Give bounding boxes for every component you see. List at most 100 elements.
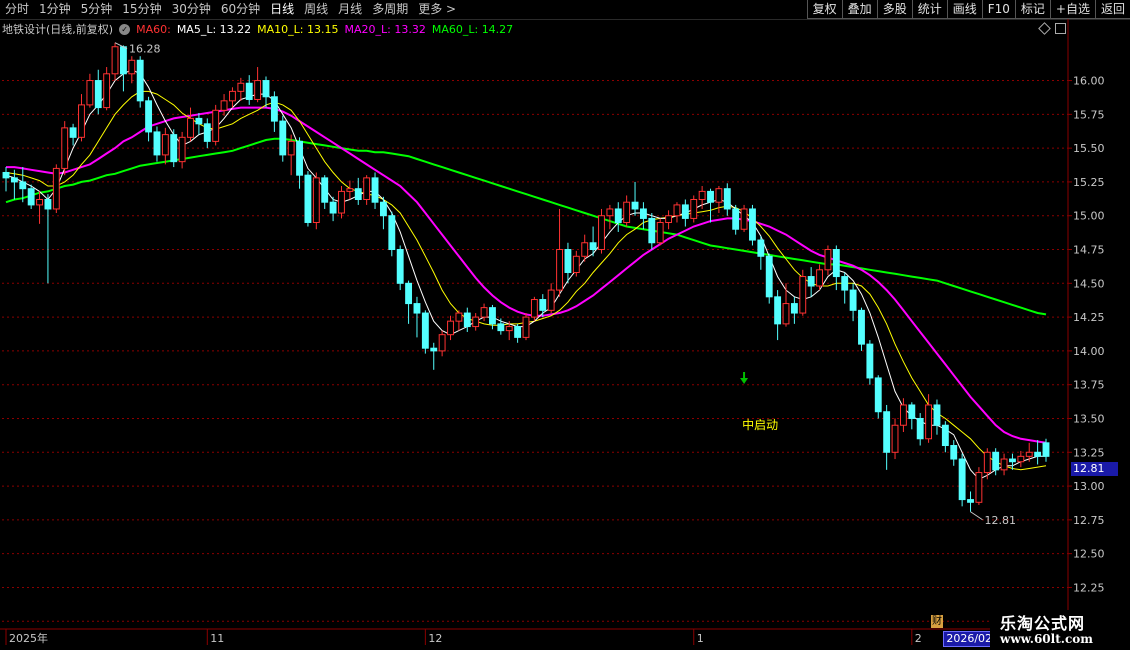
candle-body-60: [505, 326, 513, 332]
candle-body-40: [338, 190, 345, 214]
candle-body-100: [841, 276, 849, 291]
candle-body-101: [849, 289, 857, 311]
candle-body-121: [1017, 455, 1025, 463]
candle-body-35: [296, 140, 303, 176]
y-tick-label-5: 14.75: [1073, 244, 1105, 257]
candle-body-20: [170, 134, 178, 163]
candle-body-34: [287, 140, 295, 156]
y-tick-label-3: 15.25: [1073, 176, 1105, 189]
candle-body-5: [44, 199, 52, 210]
x-tick-label-0: 2025年: [9, 631, 48, 645]
candle-body-75: [631, 201, 639, 210]
y-tick-label-15: 12.25: [1073, 581, 1105, 594]
candle-body-67: [564, 249, 572, 273]
candle-body-78: [656, 221, 664, 244]
candle-body-32: [270, 96, 278, 122]
candle-body-59: [497, 323, 505, 332]
candle-body-114: [958, 458, 966, 501]
y-tick-label-1: 15.75: [1073, 108, 1105, 121]
candle-body-84: [707, 190, 714, 203]
y-tick-label-13: 12.75: [1073, 514, 1105, 527]
y-tick-label-11: 13.25: [1073, 446, 1105, 459]
x-tick-label-1: 11: [210, 632, 224, 645]
candle-body-55: [463, 312, 471, 328]
candle-body-119: [1000, 458, 1008, 471]
candle-body-88: [740, 208, 748, 230]
candle-body-123: [1034, 451, 1042, 457]
x-tick-label-4: 2: [915, 632, 922, 645]
candle-body-17: [145, 100, 153, 133]
watermark-url: www.60lt.com: [1000, 632, 1093, 646]
candle-body-53: [447, 320, 454, 336]
candle-body-0: [2, 171, 10, 179]
candle-body-65: [547, 289, 555, 311]
candle-body-68: [572, 255, 580, 273]
candle-body-73: [614, 208, 622, 223]
candle-body-87: [732, 208, 740, 230]
candle-body-90: [757, 239, 765, 257]
candle-body-24: [203, 123, 211, 142]
candle-body-8: [69, 127, 77, 138]
candle-body-39: [329, 201, 337, 214]
candle-body-16: [136, 59, 144, 102]
candle-body-103: [866, 343, 874, 379]
candle-body-115: [967, 499, 974, 503]
candle-body-106: [891, 424, 899, 453]
candle-body-38: [321, 177, 329, 203]
candle-body-42: [354, 188, 362, 201]
candle-body-83: [698, 190, 706, 201]
candle-body-29: [245, 82, 253, 100]
candle-body-86: [723, 188, 731, 210]
candle-body-13: [111, 46, 119, 75]
candle-body-48: [405, 282, 413, 305]
candle-body-66: [556, 249, 563, 291]
candle-body-31: [262, 80, 270, 98]
y-tick-label-12: 13.00: [1073, 480, 1105, 493]
candle-body-64: [539, 299, 547, 311]
candle-body-47: [396, 249, 404, 284]
candle-body-61: [514, 326, 522, 338]
finance-badge-icon[interactable]: 财: [931, 615, 943, 628]
candle-body-96: [807, 276, 815, 287]
candle-body-105: [883, 411, 891, 453]
candle-body-23: [195, 117, 203, 125]
candle-body-94: [790, 303, 798, 314]
x-tick-label-2: 12: [428, 632, 442, 645]
candle-body-26: [220, 100, 228, 111]
candle-body-107: [899, 404, 907, 426]
candle-body-50: [421, 312, 429, 349]
candle-body-21: [178, 136, 186, 163]
candle-body-37: [312, 177, 320, 223]
high-price-label: 16.28: [129, 43, 161, 56]
candle-body-11: [94, 80, 102, 109]
candle-body-71: [598, 215, 605, 251]
candle-body-110: [925, 404, 933, 440]
candle-body-28: [237, 82, 245, 92]
candle-body-10: [86, 80, 94, 106]
candle-body-77: [648, 217, 656, 244]
candle-body-74: [623, 201, 631, 223]
y-tick-label-2: 15.50: [1073, 142, 1105, 155]
candlestick-chart[interactable]: 16.00 15.75 15.50 15.25 15.00 14.75 14.50 14.25…: [0, 0, 1130, 650]
candle-body-92: [774, 296, 782, 325]
candle-body-56: [472, 316, 480, 328]
candle-body-79: [665, 215, 673, 223]
candle-body-80: [673, 204, 681, 217]
candle-body-69: [581, 242, 589, 257]
candle-body-19: [161, 134, 169, 156]
signal-annotation: 中启动: [742, 417, 778, 432]
candle-body-58: [489, 307, 496, 325]
candle-body-109: [916, 417, 924, 440]
candle-body-43: [363, 177, 371, 201]
candle-body-52: [438, 334, 446, 352]
candle-body-4: [36, 199, 43, 206]
y-tick-label-9: 13.75: [1073, 379, 1105, 392]
candle-body-102: [858, 309, 865, 345]
candle-body-46: [388, 215, 396, 251]
low-price-label: 12.81: [985, 514, 1017, 527]
candle-body-36: [304, 174, 312, 223]
candle-body-44: [371, 177, 379, 203]
candle-body-89: [749, 208, 756, 241]
candle-body-15: [128, 59, 136, 75]
watermark-logo: 乐淘公式网: [1000, 614, 1086, 633]
